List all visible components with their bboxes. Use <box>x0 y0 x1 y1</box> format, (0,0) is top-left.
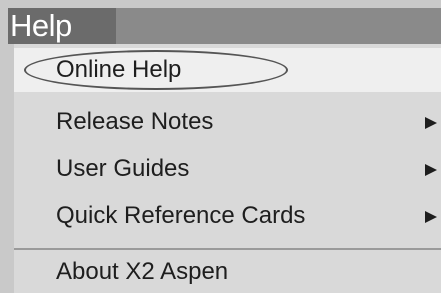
menu-item-label: User Guides <box>56 155 190 182</box>
menu-item-about-x2-aspen[interactable]: About X2 Aspen <box>14 250 441 294</box>
menu-item-label: About X2 Aspen <box>56 258 229 285</box>
submenu-arrow-icon <box>425 164 437 176</box>
submenu-arrow-icon <box>425 211 437 223</box>
menu-item-label: Quick Reference Cards <box>56 202 306 229</box>
submenu-arrow-icon <box>425 117 437 129</box>
menu-item-quick-reference-cards[interactable]: Quick Reference Cards <box>14 194 441 238</box>
help-menu-title[interactable]: Help <box>8 8 116 44</box>
help-dropdown-menu: Online Help Release Notes User Guides Qu… <box>14 44 441 293</box>
menu-item-online-help[interactable]: Online Help <box>14 48 441 92</box>
menu-bar: Help <box>8 8 441 44</box>
menu-item-label: Online Help <box>56 56 182 83</box>
menu-item-user-guides[interactable]: User Guides <box>14 147 441 191</box>
menu-item-release-notes[interactable]: Release Notes <box>14 100 441 144</box>
help-menu-window: Help Online Help Release Notes User Guid… <box>0 0 441 293</box>
menu-item-label: Release Notes <box>56 108 214 135</box>
